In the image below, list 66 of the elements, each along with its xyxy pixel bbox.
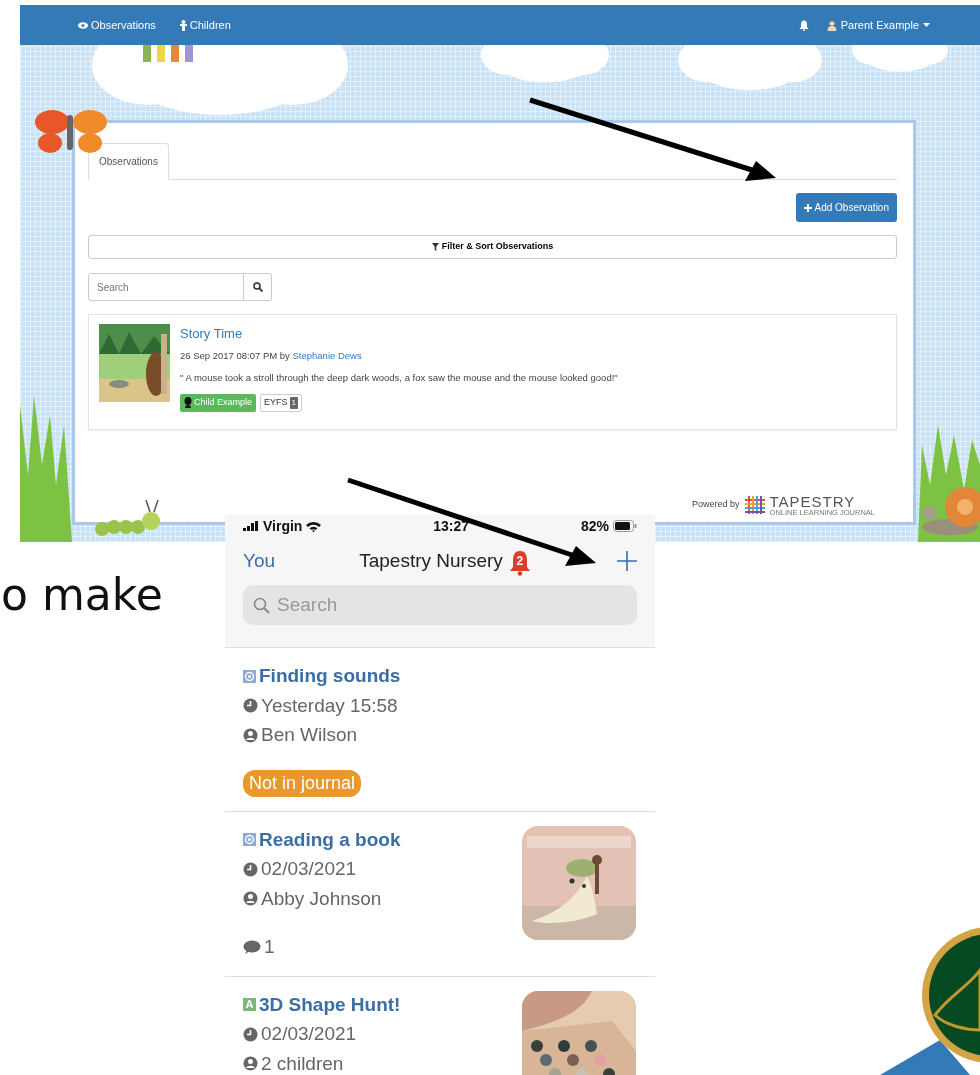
person-icon bbox=[243, 891, 258, 907]
caret-icon bbox=[923, 23, 930, 27]
observation-icon bbox=[243, 833, 256, 847]
item-date: 02/03/2021 bbox=[261, 857, 357, 881]
slide-text: o make bbox=[1, 568, 163, 622]
battery-icon bbox=[613, 520, 637, 532]
item-child: Ben Wilson bbox=[261, 723, 358, 747]
user-menu[interactable]: Parent Example bbox=[826, 16, 930, 34]
butterfly-drawing bbox=[35, 110, 107, 153]
journal-item[interactable]: A 3D Shape Hunt! 02/03/2021 2 children bbox=[225, 976, 655, 1075]
status-tag: Not in journal bbox=[243, 769, 362, 797]
add-icon[interactable] bbox=[617, 551, 637, 571]
comment-count: 1 bbox=[264, 935, 275, 959]
item-child: Abby Johnson bbox=[261, 886, 382, 911]
person-icon bbox=[243, 727, 258, 743]
back-button[interactable]: You bbox=[243, 546, 276, 576]
item-title: Finding sounds bbox=[259, 664, 401, 688]
clock-time: 13:27 bbox=[433, 516, 470, 536]
activity-icon: A bbox=[243, 998, 256, 1012]
powered-by-text: Powered by bbox=[692, 498, 740, 511]
caterpillar-drawing bbox=[95, 499, 160, 536]
person-icon bbox=[179, 19, 187, 31]
plus-icon bbox=[803, 203, 812, 212]
framework-tag[interactable]: EYFS 1 bbox=[260, 394, 302, 412]
silhouette-icon bbox=[184, 397, 192, 409]
user-icon bbox=[826, 19, 837, 31]
journal-item[interactable]: Finding sounds Yesterday 15:58 Ben Wilson Not in journal bbox=[225, 648, 655, 812]
bell-icon[interactable] bbox=[798, 19, 809, 31]
observation-quote: " A mouse took a stroll through the deep dark woods, a fox saw the mouse and the mouse looked good!" bbox=[180, 370, 619, 385]
person-icon bbox=[243, 1056, 258, 1072]
filter-button[interactable]: Filter & Sort Observations bbox=[88, 235, 897, 259]
author-link[interactable]: Stephanie Dews bbox=[292, 349, 362, 361]
clock-icon bbox=[243, 698, 258, 714]
brand-name: TAPESTRY bbox=[769, 493, 857, 509]
app-title: Tapestry Nursery bbox=[359, 548, 503, 573]
journal-item[interactable]: Reading a book 02/03/2021 Abby Johnson 1 bbox=[225, 811, 655, 977]
wifi-icon bbox=[306, 520, 322, 532]
item-title: 3D Shape Hunt! bbox=[259, 992, 401, 1017]
search-button[interactable] bbox=[244, 273, 272, 301]
item-date: Yesterday 15:58 bbox=[261, 693, 398, 718]
clock-icon bbox=[243, 861, 258, 877]
eye-icon bbox=[78, 21, 88, 29]
comment-icon bbox=[243, 939, 261, 955]
carrier-name: Virgin bbox=[263, 516, 303, 536]
observation-title[interactable]: Story Time bbox=[180, 324, 886, 344]
nav-link[interactable]: Children bbox=[179, 16, 231, 34]
filter-icon bbox=[431, 243, 439, 251]
search-field[interactable]: Search bbox=[88, 273, 244, 301]
tab[interactable]: Observations bbox=[88, 143, 169, 180]
battery-percent: 82% bbox=[580, 516, 609, 536]
nav-link[interactable]: Observations bbox=[78, 16, 156, 34]
clock-icon bbox=[243, 1026, 258, 1042]
add-observation-button[interactable]: Add Observation bbox=[795, 193, 897, 222]
item-title: Reading a book bbox=[259, 827, 401, 852]
item-child: 2 children bbox=[261, 1051, 344, 1075]
signal-icon bbox=[243, 521, 259, 531]
stripes-drawing bbox=[143, 45, 193, 62]
school-logo-icon bbox=[880, 927, 980, 1075]
snail-drawing bbox=[922, 487, 980, 535]
count-badge: 1 bbox=[289, 396, 298, 409]
item-date: 02/03/2021 bbox=[261, 1022, 357, 1046]
observation-icon bbox=[243, 669, 256, 683]
tapestry-logo-icon bbox=[744, 495, 765, 514]
observation-meta: 26 Sep 2017 08:07 PM by bbox=[180, 349, 291, 361]
search-field[interactable]: Search bbox=[243, 585, 637, 625]
search-icon bbox=[252, 282, 263, 292]
